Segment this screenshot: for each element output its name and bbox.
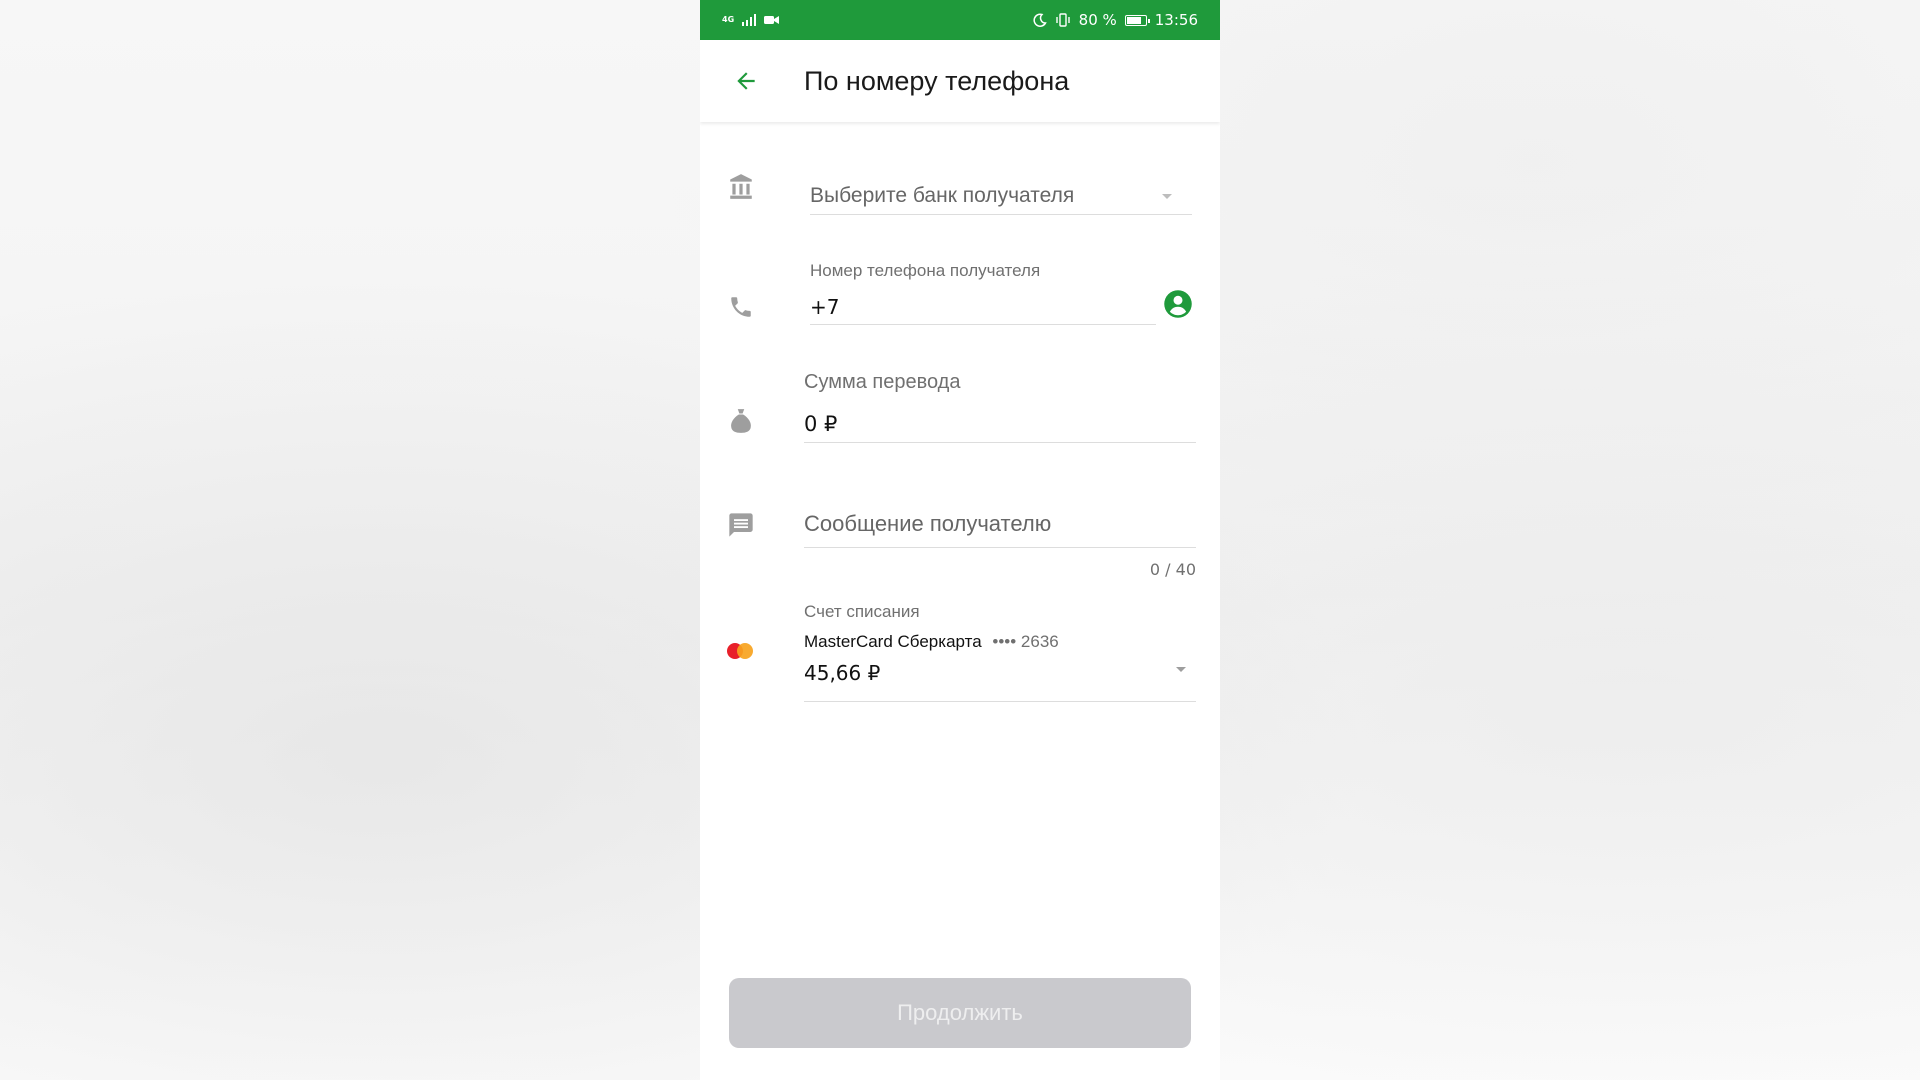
phone-icon <box>726 292 756 322</box>
message-input[interactable]: Сообщение получателю <box>804 500 1196 548</box>
account-card-name: MasterCard Сберкарта <box>804 632 982 651</box>
status-left: 4G <box>722 14 780 26</box>
account-balance: 45,66 ₽ <box>804 661 881 685</box>
network-type: 4G <box>722 15 735 24</box>
account-select[interactable]: MasterCard Сберкарта •••• 2636 45,66 ₽ <box>804 632 1196 702</box>
clock: 13:56 <box>1154 11 1198 29</box>
account-card-line: MasterCard Сберкарта •••• 2636 <box>804 632 1196 652</box>
back-button[interactable] <box>726 61 766 101</box>
battery-percent: 80 % <box>1078 11 1117 29</box>
video-camera-icon <box>764 16 780 24</box>
moon-icon <box>1033 13 1047 27</box>
transfer-form: Выберите банк получателя Номер телефона … <box>700 122 1220 1080</box>
message-counter: 0 / 40 <box>1149 560 1196 579</box>
arrow-left-icon <box>737 72 755 90</box>
continue-button[interactable]: Продолжить <box>729 978 1191 1048</box>
app-bar: По номеру телефона <box>700 40 1220 122</box>
account-circle-icon <box>1164 290 1192 318</box>
message-icon <box>726 510 756 540</box>
phone-screen: 4G 80 % 13:56 По номеру телефона Выберит… <box>700 0 1220 1080</box>
amount-label: Сумма перевода <box>804 371 961 393</box>
status-bar: 4G 80 % 13:56 <box>700 0 1220 40</box>
contacts-button[interactable] <box>1163 289 1193 319</box>
signal-icon <box>742 14 757 26</box>
page-title: По номеру телефона <box>804 65 1070 96</box>
chevron-down-icon <box>1176 667 1186 672</box>
money-bag-icon <box>726 406 756 436</box>
bank-icon <box>726 172 756 202</box>
bank-select[interactable]: Выберите банк получателя <box>810 177 1192 215</box>
chevron-down-icon <box>1162 193 1172 199</box>
mastercard-logo-icon <box>727 641 757 661</box>
bank-select-placeholder: Выберите банк получателя <box>810 183 1075 207</box>
account-label: Счет списания <box>804 602 920 621</box>
amount-input[interactable]: 0 ₽ <box>804 405 1196 443</box>
vibrate-icon <box>1055 13 1070 27</box>
account-card-mask: •••• 2636 <box>992 632 1059 651</box>
status-right: 80 % 13:56 <box>1033 11 1198 29</box>
phone-input[interactable]: +7 <box>810 289 1156 325</box>
phone-label: Номер телефона получателя <box>810 261 1041 280</box>
battery-fill <box>1126 16 1141 24</box>
battery-icon <box>1124 14 1150 26</box>
